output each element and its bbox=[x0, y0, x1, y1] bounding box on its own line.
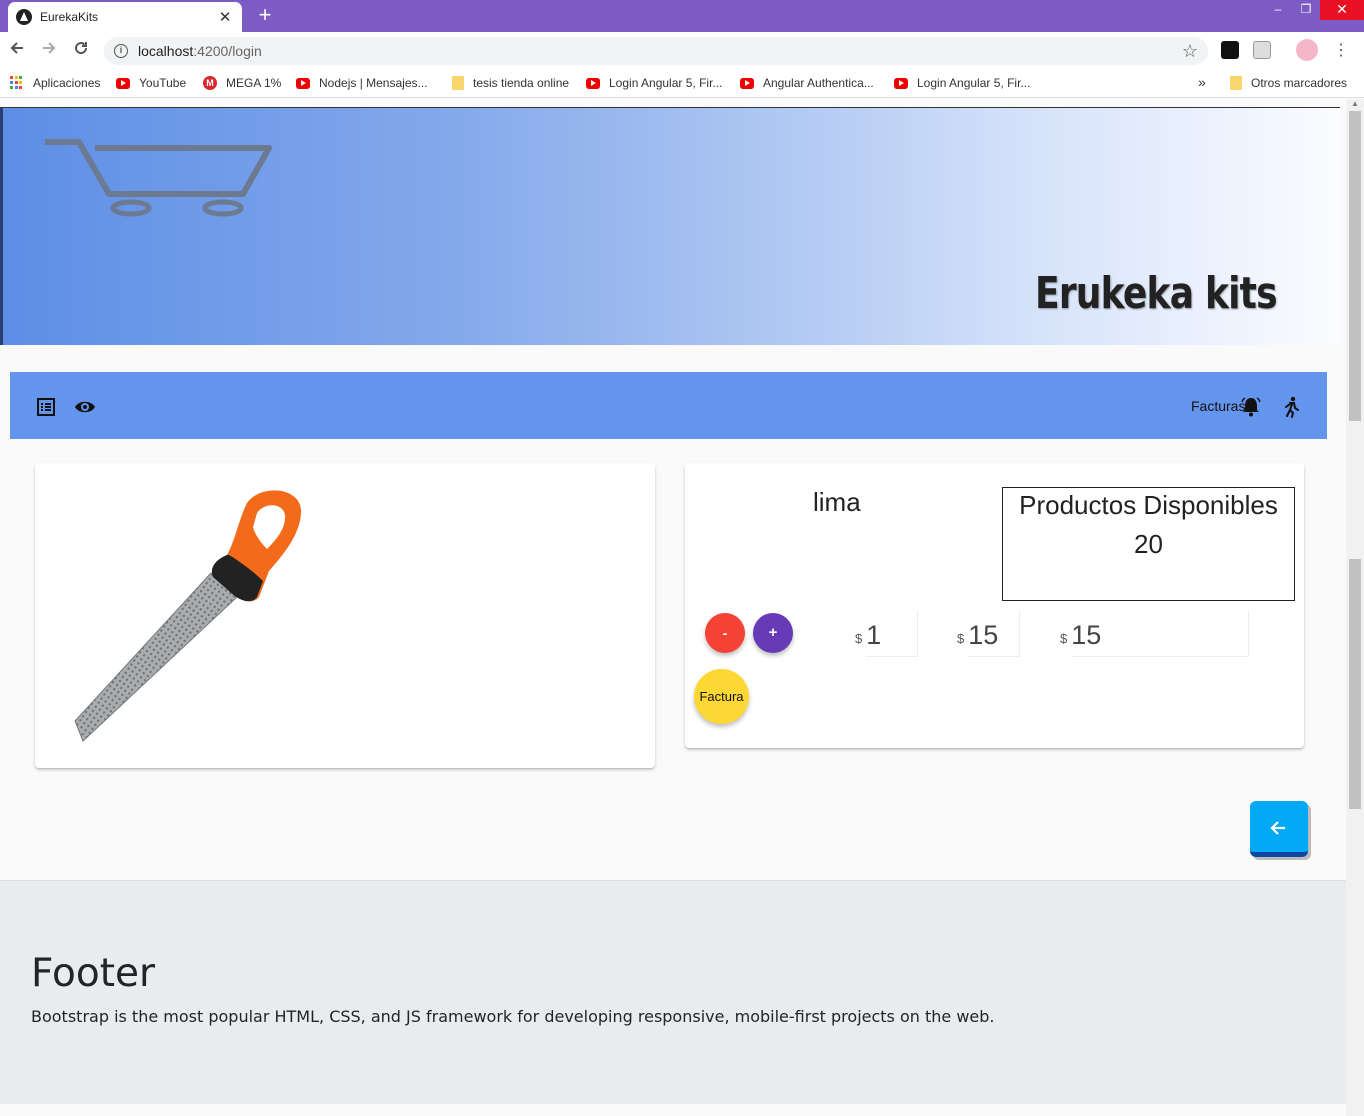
currency-symbol: $ bbox=[957, 631, 965, 646]
header-banner: Erukeka kits bbox=[0, 107, 1340, 345]
close-window-button[interactable]: ✕ bbox=[1320, 0, 1364, 20]
browser-tab-strip: EurekaKits ✕ + – ❐ ✕ bbox=[0, 0, 1364, 32]
angular-favicon-icon bbox=[16, 9, 32, 25]
bookmark-other[interactable]: Otros marcadores bbox=[1230, 76, 1347, 90]
quantity-field: $ bbox=[855, 611, 919, 657]
stock-box: Productos Disponibles 20 bbox=[1002, 487, 1295, 601]
bookmark-label: Otros marcadores bbox=[1251, 76, 1348, 90]
bookmark-apps[interactable]: Aplicaciones bbox=[10, 76, 100, 90]
youtube-icon bbox=[740, 77, 754, 89]
youtube-icon bbox=[586, 77, 600, 89]
new-tab-button[interactable]: + bbox=[254, 3, 276, 27]
page-viewport: Erukeka kits Facturas lima Productos Dis… bbox=[0, 99, 1346, 1116]
scroll-up-icon[interactable]: ▲ bbox=[1350, 99, 1360, 108]
back-arrow-icon[interactable] bbox=[6, 40, 28, 62]
factura-button[interactable]: Factura bbox=[694, 669, 749, 724]
youtube-icon bbox=[296, 77, 310, 89]
bookmark-label: Login Angular 5, Fir... bbox=[609, 76, 723, 90]
bookmark-login-angular-1[interactable]: Login Angular 5, Fir... bbox=[586, 76, 722, 90]
extension-icon[interactable] bbox=[1221, 41, 1239, 59]
browser-menu-icon[interactable]: ⋮ bbox=[1330, 40, 1352, 62]
list-icon[interactable] bbox=[35, 396, 57, 418]
restore-button[interactable]: ❐ bbox=[1292, 0, 1320, 20]
page-scrollbar[interactable]: ▲ bbox=[1346, 99, 1364, 1116]
bookmark-label: YouTube bbox=[139, 76, 187, 90]
folder-icon bbox=[452, 76, 464, 90]
bookmark-label: tesis tienda online bbox=[473, 76, 570, 90]
currency-symbol: $ bbox=[1060, 631, 1068, 646]
page-footer: Footer Bootstrap is the most popular HTM… bbox=[0, 880, 1346, 1104]
facturas-link[interactable]: Facturas bbox=[1191, 398, 1245, 414]
scrollbar-thumb[interactable] bbox=[1349, 111, 1361, 421]
bookmark-youtube[interactable]: YouTube bbox=[116, 76, 186, 90]
bookmark-label: Nodejs | Mensajes... bbox=[319, 76, 428, 90]
product-name: lima bbox=[813, 487, 861, 517]
scrollbar-thumb-secondary[interactable] bbox=[1349, 559, 1361, 809]
footer-title: Footer bbox=[31, 951, 156, 996]
shopping-cart-icon bbox=[45, 139, 272, 217]
youtube-icon bbox=[894, 77, 908, 89]
window-controls: – ❐ ✕ bbox=[1264, 0, 1364, 20]
tab-close-icon[interactable]: ✕ bbox=[216, 8, 234, 26]
decrease-quantity-button[interactable]: - bbox=[705, 613, 745, 653]
youtube-icon bbox=[116, 77, 130, 89]
quantity-input[interactable] bbox=[866, 611, 919, 657]
reload-icon[interactable] bbox=[70, 40, 92, 62]
arrow-left-icon bbox=[1270, 821, 1285, 835]
bookmark-star-icon[interactable]: ☆ bbox=[1182, 41, 1198, 62]
address-bar[interactable]: i localhost:4200/login ☆ bbox=[104, 37, 1208, 65]
unit-price-field: $ bbox=[957, 611, 1021, 657]
product-image-card bbox=[35, 463, 655, 768]
bookmark-label: Login Angular 5, Fir... bbox=[917, 76, 1031, 90]
bookmarks-overflow-button[interactable]: » bbox=[1198, 74, 1206, 90]
profile-avatar-icon[interactable] bbox=[1296, 39, 1318, 61]
tab-title: EurekaKits bbox=[40, 10, 99, 24]
extension-s-icon[interactable] bbox=[1253, 41, 1271, 59]
bookmark-angular-auth[interactable]: Angular Authentica... bbox=[740, 76, 874, 90]
logout-running-icon[interactable] bbox=[1280, 396, 1302, 418]
total-price-input[interactable] bbox=[1071, 611, 1250, 657]
mega-icon: M bbox=[203, 76, 217, 90]
app-navbar: Facturas bbox=[10, 372, 1327, 439]
site-info-icon[interactable]: i bbox=[114, 44, 128, 58]
bookmarks-bar: Aplicaciones YouTube M MEGA 1% Nodejs | … bbox=[0, 70, 1364, 98]
increase-quantity-button[interactable]: + bbox=[753, 613, 793, 653]
browser-tab[interactable]: EurekaKits ✕ bbox=[8, 2, 242, 32]
bell-icon[interactable] bbox=[1240, 396, 1262, 418]
forward-arrow-icon[interactable] bbox=[38, 40, 60, 62]
unit-price-input[interactable] bbox=[968, 611, 1021, 657]
go-back-button[interactable] bbox=[1250, 801, 1308, 857]
eye-icon[interactable] bbox=[74, 396, 96, 418]
bookmark-label: Angular Authentica... bbox=[763, 76, 874, 90]
brand-title: Erukeka kits bbox=[1035, 268, 1278, 319]
apps-icon bbox=[10, 76, 24, 90]
product-image bbox=[74, 490, 302, 742]
browser-toolbar: i localhost:4200/login ☆ ⋮ bbox=[0, 32, 1364, 70]
url-text: localhost:4200/login bbox=[138, 43, 262, 59]
footer-text: Bootstrap is the most popular HTML, CSS,… bbox=[31, 1007, 995, 1026]
currency-symbol: $ bbox=[855, 631, 863, 646]
bookmark-login-angular-2[interactable]: Login Angular 5, Fir... bbox=[894, 76, 1030, 90]
folder-icon bbox=[1230, 76, 1242, 90]
bookmark-nodejs[interactable]: Nodejs | Mensajes... bbox=[296, 76, 428, 90]
minimize-button[interactable]: – bbox=[1264, 0, 1292, 20]
stock-count: 20 bbox=[1134, 529, 1163, 559]
product-detail-card: lima Productos Disponibles 20 - + Factur… bbox=[685, 463, 1304, 748]
bookmark-label: Aplicaciones bbox=[33, 76, 101, 90]
bookmark-label: MEGA 1% bbox=[226, 76, 282, 90]
bookmark-tesis[interactable]: tesis tienda online bbox=[452, 76, 569, 90]
total-price-field: $ bbox=[1060, 611, 1250, 657]
stock-title: Productos Disponibles bbox=[1019, 490, 1278, 520]
bookmark-mega[interactable]: M MEGA 1% bbox=[203, 76, 281, 90]
